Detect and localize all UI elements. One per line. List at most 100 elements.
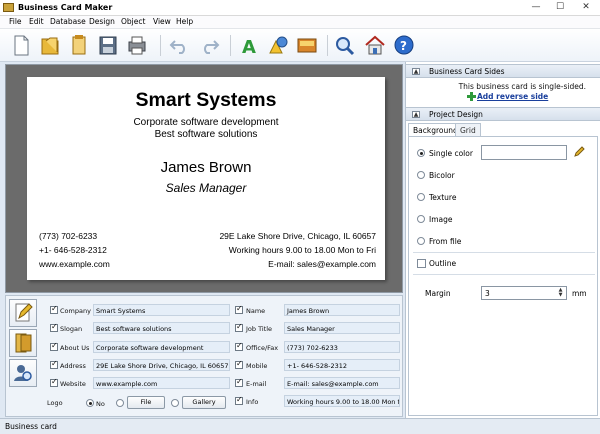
- color-picker-field[interactable]: [481, 145, 567, 160]
- gallery-button[interactable]: Gallery: [182, 396, 226, 409]
- minimize-button[interactable]: —: [528, 1, 544, 14]
- outline-checkbox[interactable]: [417, 259, 426, 268]
- email-field[interactable]: E-mail: sales@example.com: [284, 377, 400, 389]
- margin-input[interactable]: 3 ▲ ▼: [481, 286, 567, 300]
- shapes-icon[interactable]: [265, 33, 291, 58]
- toolbar-separator: [230, 35, 231, 56]
- radio-image[interactable]: [417, 215, 425, 223]
- logo-file-radio[interactable]: [116, 399, 124, 407]
- close-button[interactable]: ✕: [578, 1, 594, 14]
- radio-texture[interactable]: [417, 193, 425, 201]
- image-icon[interactable]: [294, 33, 320, 58]
- logo-no-radio[interactable]: [86, 399, 94, 407]
- edit-card-button[interactable]: [9, 299, 37, 327]
- logo-gallery-radio[interactable]: [171, 399, 179, 407]
- spinner-arrows-icon[interactable]: ▲ ▼: [557, 288, 564, 298]
- office-fax-field[interactable]: (773) 702-6233: [284, 341, 400, 353]
- new-document-icon[interactable]: [8, 33, 34, 58]
- file-button[interactable]: File: [127, 396, 165, 409]
- address-checkbox[interactable]: [50, 359, 58, 369]
- radio-single-color[interactable]: [417, 149, 425, 157]
- menu-bar: File Edit Database Design Object View He…: [0, 16, 600, 29]
- window-title: Business Card Maker: [18, 3, 113, 12]
- menu-object[interactable]: Object: [121, 17, 145, 26]
- about-us-checkbox[interactable]: [50, 341, 58, 351]
- email-checkbox[interactable]: [235, 377, 243, 387]
- website-label: Website: [60, 380, 86, 388]
- home-icon[interactable]: [362, 33, 388, 58]
- job-title-field[interactable]: Sales Manager: [284, 322, 400, 334]
- card-phone: (773) 702-6233: [39, 231, 98, 241]
- menu-view[interactable]: View: [153, 17, 171, 26]
- card-workspace: Smart Systems Corporate software develop…: [5, 64, 403, 293]
- office-fax-checkbox[interactable]: [235, 341, 243, 351]
- contacts-button[interactable]: [9, 359, 37, 387]
- website-field[interactable]: www.example.com: [93, 377, 230, 389]
- margin-value: 3: [485, 289, 490, 298]
- slogan-checkbox[interactable]: [50, 322, 58, 332]
- status-text: Business card: [5, 422, 57, 431]
- menu-edit[interactable]: Edit: [29, 17, 44, 26]
- card-person-name: James Brown: [160, 159, 252, 176]
- radio-from-file[interactable]: [417, 237, 425, 245]
- company-field[interactable]: Smart Systems: [93, 304, 230, 316]
- menu-file[interactable]: File: [9, 17, 22, 26]
- about-us-field[interactable]: Corporate software development: [93, 341, 230, 353]
- collapse-arrow-icon[interactable]: ▲: [412, 111, 420, 118]
- radio-bicolor[interactable]: [417, 171, 425, 179]
- mobile-field[interactable]: +1- 646-528-2312: [284, 359, 400, 371]
- maximize-button[interactable]: ☐: [552, 1, 568, 14]
- company-checkbox[interactable]: [50, 304, 58, 314]
- card-hours: Working hours 9.00 to 18.00 Mon to Fri: [228, 245, 376, 255]
- mobile-checkbox[interactable]: [235, 359, 243, 369]
- undo-icon[interactable]: [167, 33, 193, 58]
- name-field[interactable]: James Brown: [284, 304, 400, 316]
- sides-panel-header[interactable]: ▲ Business Card Sides: [406, 64, 600, 78]
- option-label: Single color: [429, 149, 473, 158]
- menu-design[interactable]: Design: [89, 17, 115, 26]
- tab-grid[interactable]: Grid: [455, 123, 481, 136]
- margin-unit: mm: [572, 289, 587, 298]
- option-label: Bicolor: [429, 171, 455, 180]
- card-address: 29E Lake Shore Drive, Chicago, IL 60657: [219, 231, 376, 241]
- mobile-label: Mobile: [246, 362, 268, 370]
- job-title-checkbox[interactable]: [235, 322, 243, 332]
- card-email: E-mail: sales@example.com: [268, 259, 376, 269]
- print-icon[interactable]: [124, 33, 150, 58]
- zoom-icon[interactable]: [332, 33, 358, 58]
- save-icon[interactable]: [95, 33, 121, 58]
- add-reverse-side-link[interactable]: Add reverse side: [477, 92, 548, 101]
- sides-status: This business card is single-sided.: [458, 82, 586, 91]
- card-mobile: +1- 646-528-2312: [39, 245, 107, 255]
- design-panel-header[interactable]: ▲ Project Design: [406, 107, 600, 121]
- info-field[interactable]: Working hours 9.00 to 18.00 Mon to Fri: [284, 395, 400, 407]
- outline-label: Outline: [429, 259, 457, 268]
- background-tab-panel: Single color Bicolor Texture Image From …: [408, 136, 598, 416]
- text-icon[interactable]: A: [236, 33, 262, 58]
- slogan-field[interactable]: Best software solutions: [93, 322, 230, 334]
- margin-label: Margin: [425, 289, 451, 298]
- menu-database[interactable]: Database: [50, 17, 86, 26]
- pencil-icon[interactable]: [573, 146, 585, 158]
- menu-help[interactable]: Help: [176, 17, 193, 26]
- info-checkbox[interactable]: [235, 395, 243, 405]
- redo-icon[interactable]: [196, 33, 222, 58]
- website-checkbox[interactable]: [50, 377, 58, 387]
- card-slogan: Corporate software development: [133, 117, 279, 128]
- open-folder-icon[interactable]: [37, 33, 63, 58]
- help-icon[interactable]: ?: [391, 33, 417, 58]
- info-label: Info: [246, 398, 259, 406]
- notes-icon[interactable]: [66, 33, 92, 58]
- database-button[interactable]: [9, 329, 37, 357]
- edit-icon: [15, 303, 33, 322]
- logo-no-label: No: [96, 400, 105, 408]
- title-bar: Business Card Maker — ☐ ✕: [0, 0, 600, 16]
- name-checkbox[interactable]: [235, 304, 243, 314]
- svg-text:?: ?: [400, 39, 407, 53]
- fields-panel: Company Smart Systems Slogan Best softwa…: [5, 295, 403, 417]
- business-card-preview[interactable]: Smart Systems Corporate software develop…: [27, 77, 385, 280]
- logo-label: Logo: [47, 399, 63, 407]
- collapse-arrow-icon[interactable]: ▲: [412, 68, 420, 75]
- address-field[interactable]: 29E Lake Shore Drive, Chicago, IL 60657: [93, 359, 230, 371]
- toolbar: A ?: [0, 29, 600, 62]
